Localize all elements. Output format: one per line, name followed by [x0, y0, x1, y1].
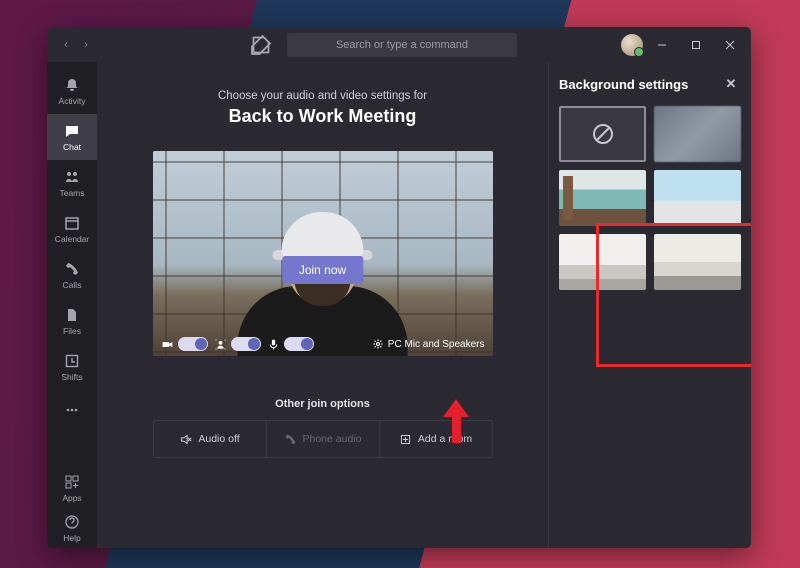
- option-label: Phone audio: [303, 433, 362, 445]
- speaker-off-icon: [179, 433, 192, 446]
- preview-controls: PC Mic and Speakers: [153, 337, 493, 351]
- teams-window: ‹ › Search or type a command: [47, 27, 751, 548]
- nav-forward-button[interactable]: ›: [77, 39, 95, 51]
- window-close-button[interactable]: [715, 31, 745, 59]
- rail-shifts[interactable]: Shifts: [47, 344, 97, 390]
- more-icon: [63, 401, 81, 419]
- apps-icon: [63, 473, 81, 491]
- window-minimize-button[interactable]: [647, 31, 677, 59]
- camera-icon: [161, 338, 174, 351]
- background-image-tile-4[interactable]: [654, 234, 741, 290]
- none-icon: [591, 122, 615, 146]
- phone-audio-option: Phone audio: [267, 421, 380, 457]
- background-image-tile-2[interactable]: [654, 170, 741, 226]
- gear-icon: [372, 338, 384, 350]
- rail-help[interactable]: Help: [47, 508, 97, 548]
- add-room-option[interactable]: Add a room: [380, 421, 492, 457]
- rail-apps[interactable]: Apps: [47, 468, 97, 508]
- rail-label: Activity: [59, 96, 86, 106]
- rail-label: Help: [63, 533, 80, 543]
- files-icon: [63, 306, 81, 324]
- background-effects-icon: [214, 338, 227, 351]
- background-none-tile[interactable]: [559, 106, 646, 162]
- device-label: PC Mic and Speakers: [388, 339, 485, 350]
- device-settings-button[interactable]: PC Mic and Speakers: [372, 338, 485, 350]
- profile-avatar[interactable]: [621, 34, 643, 56]
- compose-icon: [249, 33, 273, 57]
- left-rail: Activity Chat Teams Calendar Calls: [47, 62, 97, 548]
- audio-off-option[interactable]: Audio off: [154, 421, 267, 457]
- minimize-icon: [657, 40, 667, 50]
- rail-activity[interactable]: Activity: [47, 68, 97, 114]
- background-effects-toggle[interactable]: [231, 337, 261, 351]
- meeting-title: Back to Work Meeting: [229, 106, 417, 127]
- background-grid: [559, 106, 741, 290]
- other-join-heading: Other join options: [275, 398, 370, 410]
- prejoin-screen: Choose your audio and video settings for…: [97, 62, 548, 548]
- rail-calendar[interactable]: Calendar: [47, 206, 97, 252]
- rail-chat[interactable]: Chat: [47, 114, 97, 160]
- join-now-button[interactable]: Join now: [282, 256, 363, 284]
- rail-more[interactable]: [47, 390, 97, 430]
- rail-label: Files: [63, 326, 81, 336]
- panel-close-button[interactable]: ✕: [721, 74, 741, 94]
- video-preview: Join now: [153, 151, 493, 356]
- rail-teams[interactable]: Teams: [47, 160, 97, 206]
- rail-label: Chat: [63, 142, 81, 152]
- search-input[interactable]: Search or type a command: [287, 33, 517, 57]
- rail-label: Calls: [63, 280, 82, 290]
- rail-calls[interactable]: Calls: [47, 252, 97, 298]
- bell-icon: [63, 76, 81, 94]
- help-icon: [63, 513, 81, 531]
- microphone-toggle[interactable]: [284, 337, 314, 351]
- rail-files[interactable]: Files: [47, 298, 97, 344]
- other-join-options: Audio off Phone audio Add a room: [153, 420, 493, 458]
- rail-label: Teams: [59, 188, 84, 198]
- add-room-icon: [399, 433, 412, 446]
- camera-toggle[interactable]: [178, 337, 208, 351]
- close-icon: [725, 40, 735, 50]
- nav-back-button[interactable]: ‹: [57, 39, 75, 51]
- maximize-icon: [691, 40, 701, 50]
- background-settings-panel: Background settings ✕: [548, 62, 751, 548]
- teams-icon: [63, 168, 81, 186]
- new-message-button[interactable]: [249, 33, 273, 57]
- rail-label: Apps: [62, 493, 81, 503]
- background-image-tile-3[interactable]: [559, 234, 646, 290]
- window-maximize-button[interactable]: [681, 31, 711, 59]
- calendar-icon: [63, 214, 81, 232]
- titlebar: ‹ › Search or type a command: [47, 27, 751, 62]
- shifts-icon: [63, 352, 81, 370]
- phone-icon: [284, 433, 297, 446]
- rail-label: Calendar: [55, 234, 90, 244]
- microphone-icon: [267, 338, 280, 351]
- option-label: Audio off: [198, 433, 239, 445]
- panel-title: Background settings: [559, 77, 688, 92]
- prejoin-prompt: Choose your audio and video settings for: [218, 90, 427, 102]
- phone-icon: [63, 260, 81, 278]
- background-blur-tile[interactable]: [654, 106, 741, 162]
- chat-icon: [63, 122, 81, 140]
- rail-label: Shifts: [61, 372, 82, 382]
- option-label: Add a room: [418, 433, 472, 445]
- background-image-tile-1[interactable]: [559, 170, 646, 226]
